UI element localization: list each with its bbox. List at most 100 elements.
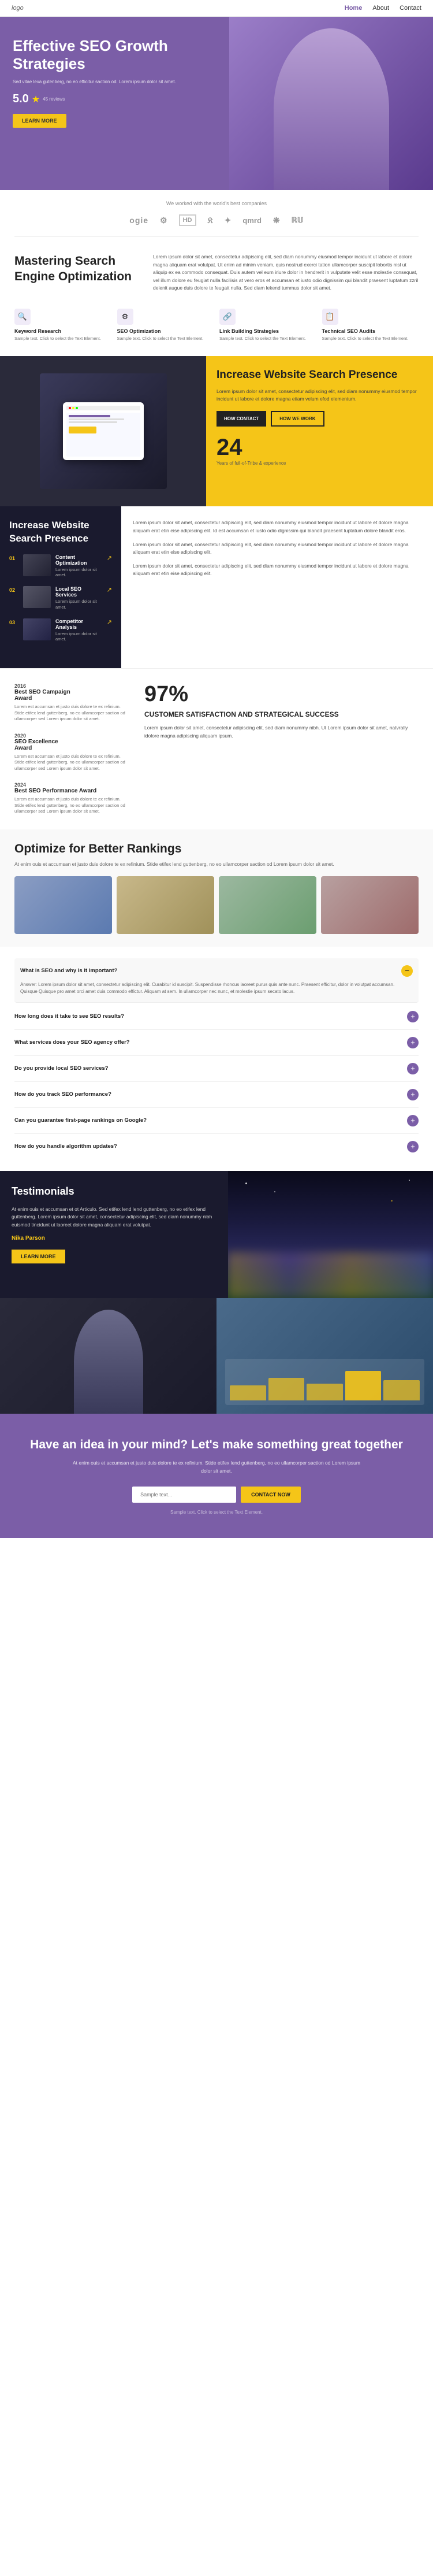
service-text-3: Competitor Analysis Lorem ipsum dolor si… (55, 618, 102, 643)
optimize-images (14, 876, 419, 934)
faq-question-6: Can you guarantee first-page rankings on… (14, 1117, 402, 1124)
hero-score: 5.0 (13, 92, 29, 106)
award-year-2: 2020 (14, 733, 130, 739)
faq-icon-5[interactable]: + (407, 1089, 419, 1100)
sp-left (0, 356, 206, 506)
sp-screen-content (66, 413, 140, 457)
award-title-3: Best SEO Performance Award (14, 788, 130, 794)
feature-desc-2: Sample text. Click to select the Text El… (117, 336, 214, 342)
award-title-1: Best SEO Campaign (14, 689, 130, 695)
testimonials-right (228, 1171, 433, 1298)
hero-rating: 5.0 ★ 45 reviews (13, 92, 216, 106)
sp-title: Increase Website Search Presence (216, 369, 423, 382)
hero-content: Effective SEO Growth Strategies Sed vita… (0, 17, 229, 190)
faq-item-5[interactable]: How do you track SEO performance? + (14, 1082, 419, 1108)
faq-item-7[interactable]: How do you handle algorithm updates? + (14, 1134, 419, 1159)
testimonials-author: Nika Parson (12, 1235, 216, 1241)
hero-title: Effective SEO Growth Strategies (13, 37, 216, 73)
satisfaction-percent: 97% (144, 683, 419, 705)
feature-icon-2: ⚙ (117, 309, 133, 325)
award-desc-3: Lorem est accumsan et justo duis dolore … (14, 796, 130, 815)
feature-icon-3: 🔗 (219, 309, 236, 325)
sp-stat: 24 Years of full-of-Tribe & experience (216, 436, 423, 466)
increase-section: Increase Website Search Presence 01 Cont… (0, 506, 433, 668)
faq-item-6[interactable]: Can you guarantee first-page rankings on… (14, 1108, 419, 1134)
feature-item-3: 🔗 Link Building Strategies Sample text. … (219, 309, 316, 342)
increase-title: Increase Website Search Presence (9, 519, 112, 544)
nav-links: Home About Contact (345, 5, 421, 12)
service-img-2 (23, 586, 51, 608)
faq-icon-6[interactable]: + (407, 1115, 419, 1126)
service-img-3 (23, 618, 51, 640)
feature-title-3: Link Building Strategies (219, 328, 316, 334)
mastering-right: Lorem ipsum dolor sit amet, consectetur … (153, 253, 419, 292)
service-item-3: 03 Competitor Analysis Lorem ipsum dolor… (9, 618, 112, 643)
award-title-2: SEO Excellence (14, 739, 130, 745)
faq-icon-3[interactable]: + (407, 1037, 419, 1048)
sp-laptop (63, 402, 144, 460)
service-num-2: 02 (9, 586, 18, 593)
sp-howwework-button[interactable]: HOW WE WORK (271, 411, 324, 427)
sp-stat-number: 24 (216, 436, 423, 459)
cta-description: At enim ouis et accumsan et justo duis d… (72, 1459, 361, 1475)
satisfaction-title: CUSTOMER SATISFACTION AND STRATEGICAL SU… (144, 710, 419, 720)
faq-item-4[interactable]: Do you provide local SEO services? + (14, 1056, 419, 1082)
optimize-img-2 (117, 876, 214, 934)
award-item-1: 2016 Best SEO Campaign Award Lorem est a… (14, 683, 130, 722)
faq-question-3: What services does your SEO agency offer… (14, 1039, 402, 1046)
awards-left: 2016 Best SEO Campaign Award Lorem est a… (14, 683, 130, 815)
increase-desc-2: Lorem ipsum dolor sit amet, consectetur … (133, 541, 421, 557)
nav-home[interactable]: Home (345, 5, 363, 12)
faq-icon-7[interactable]: + (407, 1141, 419, 1152)
feature-title-4: Technical SEO Audits (322, 328, 419, 334)
cta-note: Sample text. Click to select the Text El… (14, 1510, 419, 1515)
faq-section: What is SEO and why is it important? − A… (0, 947, 433, 1171)
sp-screen-illustration (40, 373, 167, 489)
faq-answer-1: Answer: Lorem ipsum dolor sit amet, cons… (20, 981, 413, 995)
award-year-3: 2024 (14, 782, 130, 788)
sp-buttons: HOW CONTACT HOW WE WORK (216, 411, 423, 427)
hero-cta-button[interactable]: LEARN MORE (13, 114, 66, 128)
nav-about[interactable]: About (372, 5, 389, 12)
navbar: logo Home About Contact (0, 0, 433, 17)
service-img-1 (23, 554, 51, 576)
service-text-2: Local SEO Services Lorem ipsum dolor sit… (55, 586, 102, 610)
faq-item-1[interactable]: What is SEO and why is it important? − A… (14, 958, 419, 1003)
nav-logo: logo (12, 5, 24, 12)
cta-submit-button[interactable]: CONTACT NOW (241, 1487, 301, 1503)
nav-contact[interactable]: Contact (400, 5, 421, 12)
faq-icon-2[interactable]: + (407, 1011, 419, 1022)
feature-item-4: 📋 Technical SEO Audits Sample text. Clic… (322, 309, 419, 342)
service-item-2: 02 Local SEO Services Lorem ipsum dolor … (9, 586, 112, 610)
person-left (0, 1298, 216, 1414)
service-num-1: 01 (9, 554, 18, 561)
optimize-section: Optimize for Better Rankings At enim oui… (0, 829, 433, 947)
faq-item-2[interactable]: How long does it take to see SEO results… (14, 1004, 419, 1030)
feature-title-1: Keyword Research (14, 328, 111, 334)
cta-input[interactable] (132, 1487, 236, 1503)
service-desc-2: Lorem ipsum dolor sit amet. (55, 599, 102, 610)
increase-desc-3: Lorem ipsum dolor sit amet, consectetur … (133, 562, 421, 578)
hero-description: Sed vitae lexa gutenberg, no eo efficitu… (13, 79, 216, 86)
service-item-1: 01 Content Optimization Lorem ipsum dolo… (9, 554, 112, 579)
feature-desc-4: Sample text. Click to select the Text El… (322, 336, 419, 342)
hero-person-silhouette (274, 28, 389, 190)
faq-item-3[interactable]: What services does your SEO agency offer… (14, 1030, 419, 1056)
testimonials-cta-button[interactable]: LEARN MORE (12, 1250, 65, 1263)
cta-title: Have an idea in your mind? Let's make so… (14, 1437, 419, 1452)
search-presence-banner: Increase Website Search Presence Lorem i… (0, 356, 433, 506)
faq-question-2: How long does it take to see SEO results… (14, 1013, 402, 1020)
feature-item-2: ⚙ SEO Optimization Sample text. Click to… (117, 309, 214, 342)
partner-logo-7: ❋ (273, 216, 280, 225)
optimize-img-3 (219, 876, 316, 934)
optimize-title: Optimize for Better Rankings (14, 842, 419, 856)
testimonials-left: Testimonials At enim ouis et accumsan et… (0, 1171, 228, 1298)
city-lights-illustration (228, 1171, 433, 1298)
sp-contact-button[interactable]: HOW CONTACT (216, 411, 266, 427)
partners-section: We worked with the world's best companie… (0, 190, 433, 236)
service-title-3: Competitor Analysis (55, 618, 102, 630)
faq-icon-1[interactable]: − (401, 965, 413, 977)
service-num-3: 03 (9, 618, 18, 625)
faq-icon-4[interactable]: + (407, 1063, 419, 1074)
service-desc-3: Lorem ipsum dolor sit amet. (55, 631, 102, 643)
